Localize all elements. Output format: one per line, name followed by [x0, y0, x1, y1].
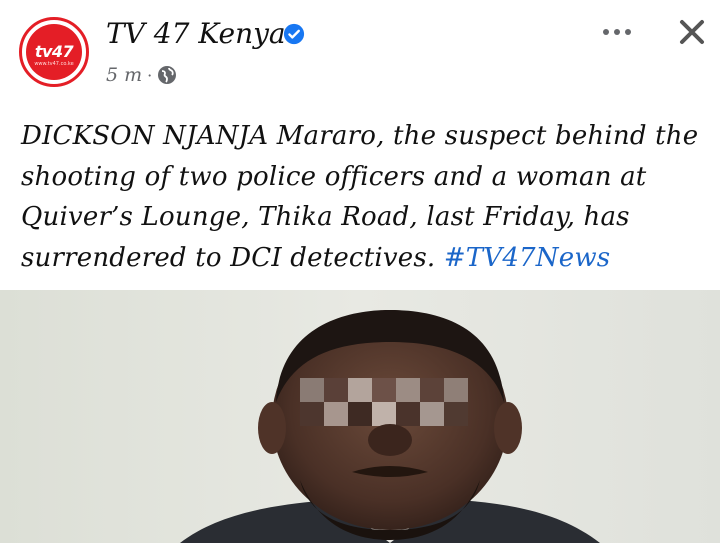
post-header: tv47 www.tv47.co.ke TV 47 Kenya 5 m · — [0, 0, 720, 110]
verified-badge-icon — [283, 23, 305, 45]
post-photo[interactable] — [0, 290, 720, 543]
more-options-icon[interactable] — [600, 22, 634, 42]
hashtag-link[interactable]: #TV47News — [444, 243, 611, 273]
blurred-eyes — [300, 378, 468, 426]
post-body: DICKSON NJANJA Mararo, the suspect behin… — [21, 116, 711, 278]
logo-text: tv47 — [34, 42, 74, 61]
post-meta: 5 m · — [106, 62, 177, 88]
meta-separator: · — [147, 65, 153, 85]
globe-icon[interactable] — [157, 65, 177, 85]
page-avatar[interactable]: tv47 www.tv47.co.ke — [19, 17, 89, 87]
logo-subtext: www.tv47.co.ke — [34, 61, 74, 67]
page-name-link[interactable]: TV 47 Kenya — [106, 16, 286, 52]
suspect-photo — [0, 290, 720, 543]
post-timestamp[interactable]: 5 m — [106, 64, 142, 86]
tv47-logo: tv47 www.tv47.co.ke — [26, 24, 82, 80]
close-icon[interactable] — [676, 16, 708, 48]
